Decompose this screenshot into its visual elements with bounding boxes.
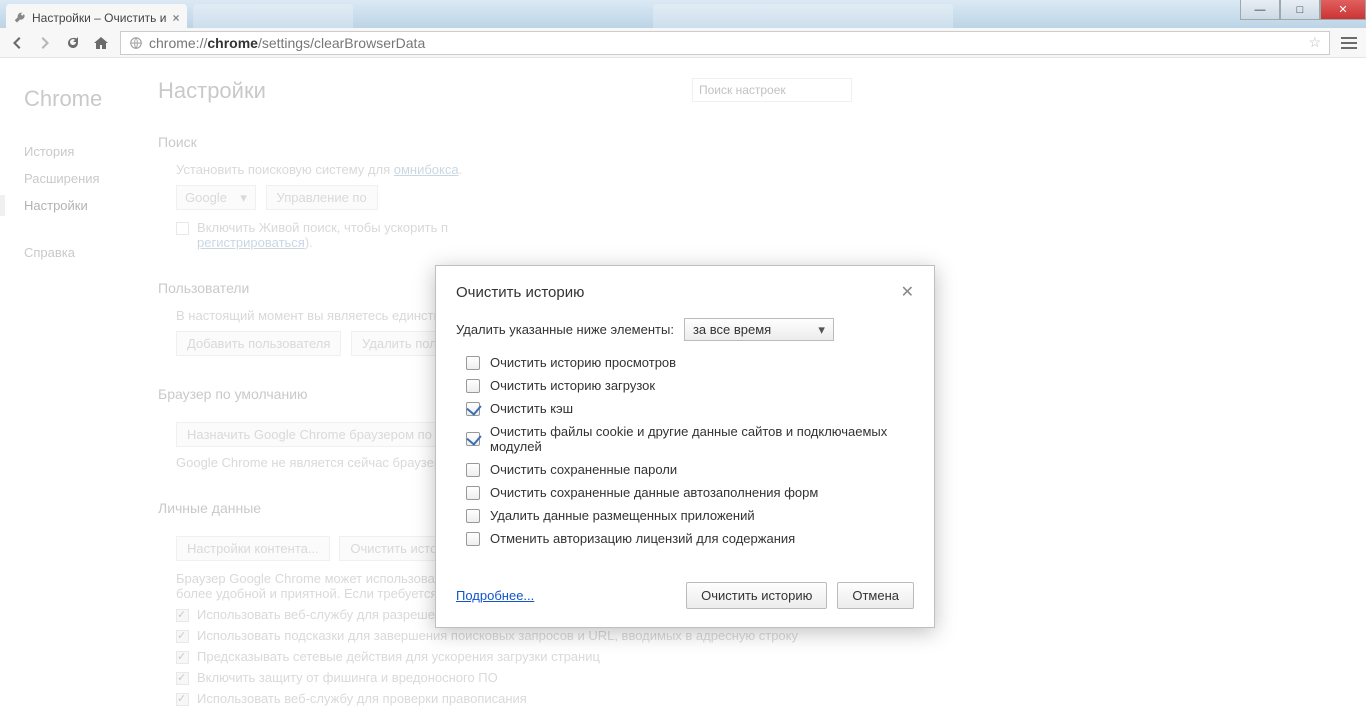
checkbox[interactable] <box>176 693 189 706</box>
settings-sidebar: Chrome История Расширения Настройки Спра… <box>0 58 150 728</box>
clear-option-row: Удалить данные размещенных приложений <box>466 508 914 523</box>
address-bar[interactable]: chrome://chrome/settings/clearBrowserDat… <box>120 31 1330 55</box>
checkbox[interactable] <box>176 609 189 622</box>
dialog-title: Очистить историю <box>456 284 584 301</box>
browser-toolbar: chrome://chrome/settings/clearBrowserDat… <box>0 28 1366 58</box>
menu-icon[interactable] <box>1340 34 1358 52</box>
tab-close-icon[interactable]: × <box>172 11 179 25</box>
clear-option-row: Отменить авторизацию лицензий для содерж… <box>466 531 914 546</box>
content-settings-button[interactable]: Настройки контента... <box>176 536 330 561</box>
window-maximize-button[interactable]: □ <box>1280 0 1320 20</box>
checkbox-label: Очистить историю просмотров <box>490 355 676 370</box>
checkbox-label: Очистить кэш <box>490 401 573 416</box>
manage-search-engines-button[interactable]: Управление по <box>266 185 378 210</box>
search-engine-select[interactable]: Google <box>176 185 256 210</box>
tab-title: Настройки – Очистить и <box>32 11 166 25</box>
bookmark-star-icon[interactable]: ☆ <box>1308 34 1321 51</box>
window-controls: — □ ✕ <box>1240 0 1366 20</box>
privacy-checkbox-row: Использовать веб-службу для проверки пра… <box>176 691 1342 706</box>
make-default-button[interactable]: Назначить Google Chrome браузером по ум <box>176 422 462 447</box>
clear-option-row: Очистить кэш <box>466 401 914 416</box>
section-heading: Поиск <box>158 134 1342 150</box>
time-range-label: Удалить указанные ниже элементы: <box>456 322 674 337</box>
dialog-close-icon[interactable]: ✕ <box>901 282 914 302</box>
checkbox[interactable] <box>466 463 480 477</box>
sidebar-item-history[interactable]: История <box>24 138 150 165</box>
checkbox[interactable] <box>176 672 189 685</box>
clear-option-row: Очистить файлы cookie и другие данные са… <box>466 424 914 454</box>
checkbox[interactable] <box>466 432 480 446</box>
browser-tab-inactive[interactable] <box>193 4 353 28</box>
brand-label: Chrome <box>24 86 150 112</box>
clear-option-row: Очистить историю просмотров <box>466 355 914 370</box>
home-icon[interactable] <box>92 34 110 52</box>
privacy-checkbox-row: Использовать подсказки для завершения по… <box>176 628 1342 643</box>
cancel-button[interactable]: Отмена <box>837 582 914 609</box>
settings-search-input[interactable] <box>692 78 852 102</box>
checkbox-label: Использовать подсказки для завершения по… <box>197 628 798 643</box>
browser-tab-active[interactable]: Настройки – Очистить и × <box>6 4 187 28</box>
back-icon[interactable] <box>8 34 26 52</box>
page-title: Настройки <box>158 78 266 104</box>
checkbox[interactable] <box>466 379 480 393</box>
checkbox-label: Включить защиту от фишинга и вредоносног… <box>197 670 498 685</box>
checkbox-label: Отменить авторизацию лицензий для содерж… <box>490 531 795 546</box>
checkbox[interactable] <box>466 356 480 370</box>
learn-more-link[interactable]: Подробнее... <box>456 588 534 603</box>
privacy-checkbox-row: Включить защиту от фишинга и вредоносног… <box>176 670 1342 685</box>
globe-icon <box>129 36 143 50</box>
add-user-button[interactable]: Добавить пользователя <box>176 331 341 356</box>
forward-icon[interactable] <box>36 34 54 52</box>
checkbox[interactable] <box>176 651 189 664</box>
privacy-checkbox-row: Предсказывать сетевые действия для ускор… <box>176 649 1342 664</box>
checkbox-label: Очистить файлы cookie и другие данные са… <box>490 424 914 454</box>
clear-browsing-data-dialog: Очистить историю ✕ Удалить указанные ниж… <box>435 265 935 628</box>
clear-data-button[interactable]: Очистить историю <box>686 582 827 609</box>
sidebar-item-settings[interactable]: Настройки <box>24 192 150 219</box>
window-titlebar: Настройки – Очистить и × — □ ✕ <box>0 0 1366 28</box>
url-text: chrome://chrome/settings/clearBrowserDat… <box>149 35 425 51</box>
omnibox-link[interactable]: омнибокса <box>394 162 459 177</box>
checkbox-label: Очистить сохраненные пароли <box>490 462 677 477</box>
sidebar-item-extensions[interactable]: Расширения <box>24 165 150 192</box>
checkbox[interactable] <box>466 532 480 546</box>
checkbox[interactable] <box>176 630 189 643</box>
window-close-button[interactable]: ✕ <box>1320 0 1366 20</box>
window-minimize-button[interactable]: — <box>1240 0 1280 20</box>
checkbox[interactable] <box>466 486 480 500</box>
section-search: Поиск Установить поисковую систему для о… <box>158 134 1342 250</box>
clear-option-row: Очистить сохраненные пароли <box>466 462 914 477</box>
browser-tab-inactive[interactable] <box>653 4 953 28</box>
checkbox[interactable] <box>466 509 480 523</box>
clear-option-row: Очистить историю загрузок <box>466 378 914 393</box>
wrench-icon <box>14 12 26 24</box>
time-range-select[interactable]: за все время <box>684 318 834 341</box>
checkbox-label: Использовать веб-службу для проверки пра… <box>197 691 527 706</box>
register-link[interactable]: регистрироваться <box>197 235 305 250</box>
checkbox-label: Предсказывать сетевые действия для ускор… <box>197 649 600 664</box>
checkbox-label: Очистить историю загрузок <box>490 378 655 393</box>
checkbox-label: Удалить данные размещенных приложений <box>490 508 755 523</box>
clear-option-row: Очистить сохраненные данные автозаполнен… <box>466 485 914 500</box>
checkbox[interactable] <box>466 402 480 416</box>
reload-icon[interactable] <box>64 34 82 52</box>
sidebar-item-help[interactable]: Справка <box>24 239 150 266</box>
checkbox-label: Очистить сохраненные данные автозаполнен… <box>490 485 818 500</box>
instant-checkbox[interactable] <box>176 222 189 235</box>
